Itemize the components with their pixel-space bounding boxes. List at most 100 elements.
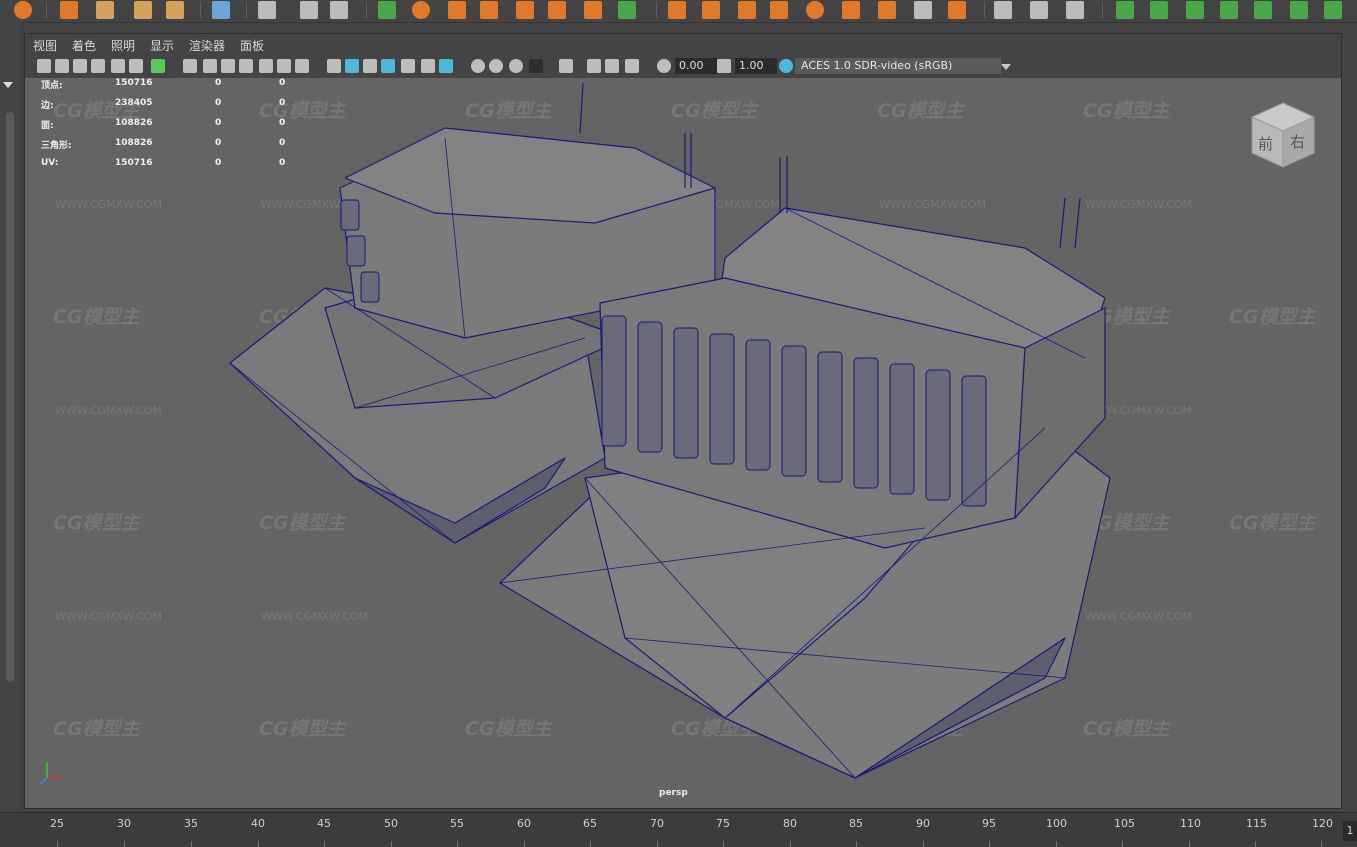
grease-pencil-active-icon[interactable]	[151, 59, 165, 73]
3d-viewport[interactable]: CG模型主 CG模型主 CG模型主 CG模型主 CG模型主 CG模型主 WWW.…	[25, 78, 1341, 808]
menu-panels[interactable]: 面板	[240, 37, 264, 54]
motion-blur-icon[interactable]	[489, 59, 503, 73]
fill-hole-icon[interactable]	[548, 1, 566, 19]
star-tool-icon[interactable]	[60, 1, 78, 19]
time-tick: 50	[384, 817, 398, 830]
textured-icon[interactable]	[401, 59, 415, 73]
image-plane-icon[interactable]	[91, 59, 105, 73]
view-transform-dropdown[interactable]: ACES 1.0 SDR-video (sRGB)	[795, 58, 1001, 74]
merge-icon[interactable]	[584, 1, 602, 19]
insert-edge-loop-icon[interactable]	[702, 1, 720, 19]
view-cube[interactable]: 前 右	[1250, 101, 1316, 175]
xray-joints-icon[interactable]	[605, 59, 619, 73]
chevron-down-icon[interactable]	[1001, 64, 1011, 70]
rear-missile-tube	[340, 199, 360, 231]
gate-mask-icon[interactable]	[239, 59, 253, 73]
svg-tool-icon[interactable]	[166, 1, 184, 19]
offset-edge-loop-icon[interactable]	[738, 1, 756, 19]
menu-show[interactable]: 显示	[150, 37, 174, 54]
2d-pan-icon[interactable]	[111, 59, 125, 73]
uv-cylindrical-icon[interactable]	[1150, 1, 1168, 19]
combine-icon[interactable]	[378, 1, 396, 19]
slide-edge-icon[interactable]	[770, 1, 788, 19]
uv-editor-icon[interactable]	[1324, 1, 1342, 19]
uv-spherical-icon[interactable]	[1186, 1, 1204, 19]
screen-space-ao-icon[interactable]	[471, 59, 485, 73]
isolate-select-icon[interactable]	[559, 59, 573, 73]
bridge-icon[interactable]	[480, 1, 498, 19]
current-frame-field[interactable]: 1	[1343, 821, 1357, 841]
time-tick: 120	[1312, 817, 1333, 830]
smooth-icon[interactable]	[412, 1, 430, 19]
film-gate-icon[interactable]	[203, 59, 217, 73]
menu-lighting[interactable]: 照明	[111, 37, 135, 54]
front-antenna	[1074, 197, 1081, 249]
wireframe-icon[interactable]	[327, 59, 341, 73]
missile-tube	[925, 369, 951, 501]
ruler-tick-mark	[124, 841, 125, 847]
anti-aliasing-icon[interactable]	[509, 59, 523, 73]
field-chart-icon[interactable]	[259, 59, 273, 73]
reset-transform-icon[interactable]	[300, 1, 318, 19]
ruler-tick-mark	[790, 841, 791, 847]
checker-icon[interactable]	[1290, 1, 1308, 19]
menu-shading[interactable]: 着色	[72, 37, 96, 54]
wireframe-on-shaded-icon[interactable]	[381, 59, 395, 73]
resolution-gate-icon[interactable]	[221, 59, 235, 73]
poly-sphere-icon[interactable]	[14, 1, 32, 19]
spiral-tool-icon[interactable]	[96, 1, 114, 19]
depth-of-field-icon[interactable]	[529, 59, 543, 73]
safe-title-icon[interactable]	[295, 59, 309, 73]
grease-pencil-icon[interactable]	[129, 59, 143, 73]
camera-attributes-icon[interactable]	[55, 59, 69, 73]
crease-icon[interactable]	[914, 1, 932, 19]
grid-icon[interactable]	[212, 1, 230, 19]
sculpt-icon[interactable]	[1066, 1, 1084, 19]
use-all-lights-icon[interactable]	[421, 59, 435, 73]
uv-unfold-icon[interactable]	[1254, 1, 1272, 19]
xray-icon[interactable]	[587, 59, 601, 73]
shadows-icon[interactable]	[439, 59, 453, 73]
target-weld-icon[interactable]	[806, 1, 824, 19]
time-slider[interactable]: 25 30 35 40 45 50 55 60 65 70 75 80 85 9…	[0, 812, 1357, 847]
shelf-separator	[656, 2, 657, 18]
exposure-icon[interactable]	[717, 59, 731, 73]
time-tick: 45	[317, 817, 331, 830]
grid-toggle-icon[interactable]	[183, 59, 197, 73]
wedge-icon[interactable]	[878, 1, 896, 19]
view-cube-front-label[interactable]: 前	[1258, 133, 1273, 154]
tank-model-wireframe[interactable]	[25, 78, 1341, 808]
default-material-icon[interactable]	[363, 59, 377, 73]
extrude-icon[interactable]	[448, 1, 466, 19]
gamma-icon[interactable]	[657, 59, 671, 73]
poke-icon[interactable]	[842, 1, 860, 19]
zero-transform-icon[interactable]	[330, 1, 348, 19]
safe-action-icon[interactable]	[277, 59, 291, 73]
exposure-field[interactable]: 1.00	[735, 58, 777, 74]
select-camera-icon[interactable]	[37, 59, 51, 73]
bookmark-icon[interactable]	[73, 59, 87, 73]
xray-components-icon[interactable]	[625, 59, 639, 73]
smooth-shade-icon[interactable]	[345, 59, 359, 73]
color-management-icon[interactable]	[779, 59, 793, 73]
multi-cut-icon[interactable]	[668, 1, 686, 19]
pen-tool-icon[interactable]	[994, 1, 1012, 19]
uv-auto-icon[interactable]	[1220, 1, 1238, 19]
camera-tool-icon[interactable]	[258, 1, 276, 19]
quad-draw-icon[interactable]	[1030, 1, 1048, 19]
shelf-separator	[246, 2, 247, 18]
menu-renderer[interactable]: 渲染器	[189, 37, 225, 54]
missile-tube	[601, 315, 627, 447]
menu-view[interactable]: 视图	[33, 37, 57, 54]
time-tick: 80	[783, 817, 797, 830]
collapse-arrow-icon[interactable]	[3, 82, 13, 88]
bevel-icon[interactable]	[516, 1, 534, 19]
shelf-separator	[46, 2, 47, 18]
left-scrollbar[interactable]	[6, 112, 14, 682]
uv-planar-icon[interactable]	[1116, 1, 1134, 19]
circularize-icon[interactable]	[948, 1, 966, 19]
text-tool-icon[interactable]	[134, 1, 152, 19]
mirror-icon[interactable]	[618, 1, 636, 19]
gamma-field[interactable]: 0.00	[675, 58, 717, 74]
view-cube-right-label[interactable]: 右	[1290, 131, 1305, 152]
